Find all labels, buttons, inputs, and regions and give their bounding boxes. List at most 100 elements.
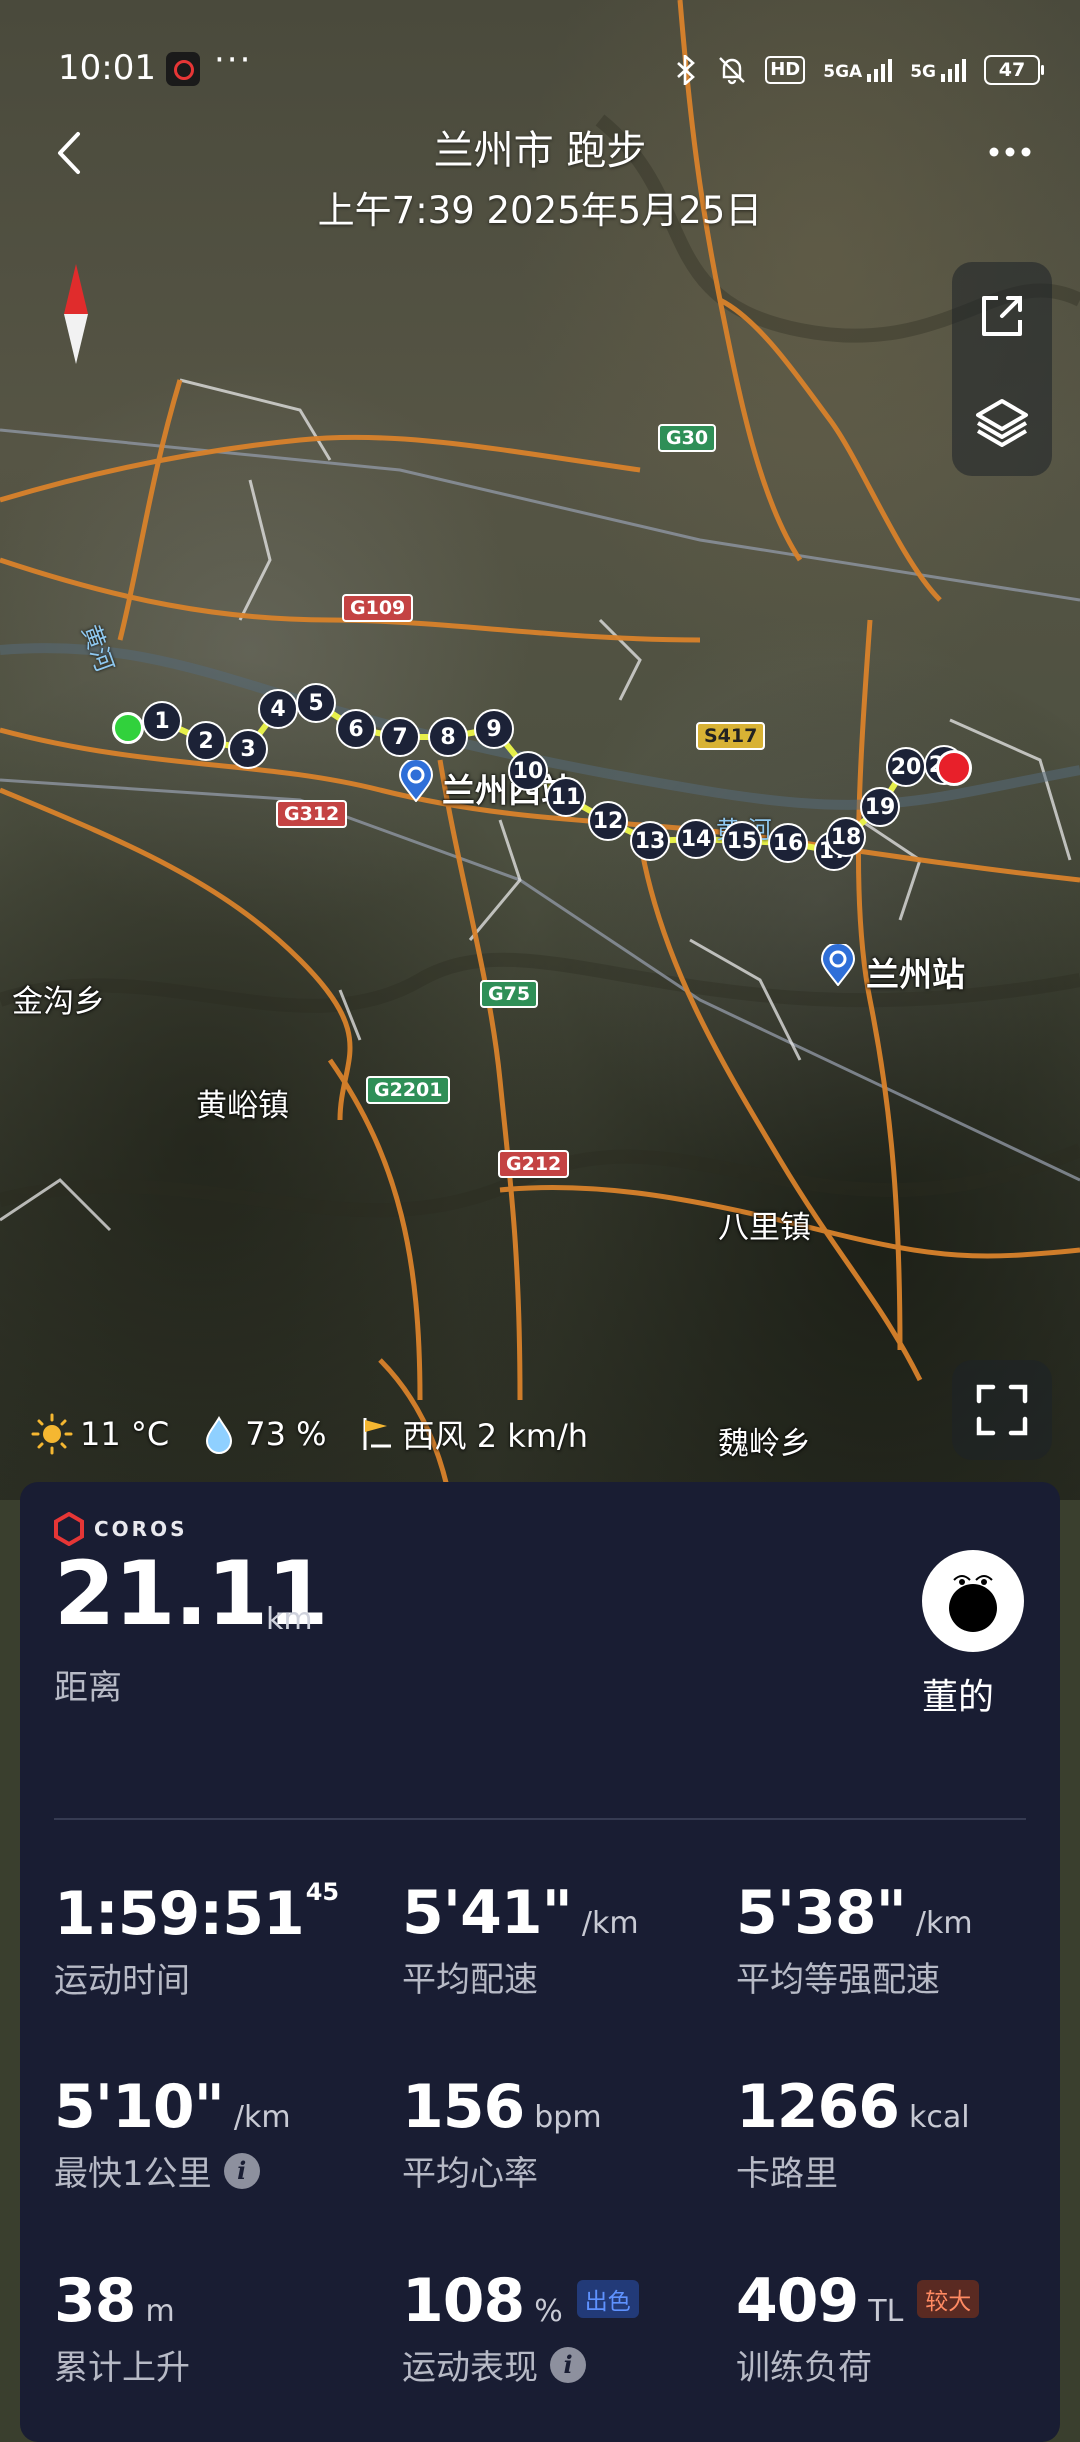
road-shield-g312: G312 (276, 800, 348, 828)
hd-badge: HD (765, 56, 806, 84)
avg-pace-unit: /km (581, 1906, 639, 1941)
weather-humidity: 73 % (199, 1414, 327, 1454)
signal-icon: 5G (910, 58, 966, 82)
km-marker-1[interactable]: 1 (142, 701, 182, 741)
network-type-label: 5G (910, 61, 936, 82)
water-drop-icon (206, 1416, 233, 1454)
km-marker-14[interactable]: 14 (676, 819, 716, 859)
road-shield-g2201: G2201 (366, 1076, 451, 1104)
map-layers-button[interactable] (952, 369, 1052, 476)
calories-unit: kcal (909, 2100, 970, 2135)
avatar[interactable] (922, 1550, 1024, 1652)
fastest-km-label-row: 最快1公里 i (54, 2146, 374, 2195)
metric-calories: 1266 kcal 卡路里 (736, 2072, 1056, 2195)
ascent-value: 38 (54, 2266, 136, 2336)
bluetooth-icon (677, 55, 696, 85)
km-marker-19[interactable]: 19 (860, 787, 900, 827)
performance-tag: 出色 (576, 2280, 639, 2318)
fullscreen-button[interactable] (952, 1360, 1052, 1460)
distance-unit: km (266, 1602, 313, 1637)
coros-logo-icon (54, 1512, 84, 1546)
place-label-weiling: 魏岭乡 (718, 1426, 811, 1462)
station-label-main: 兰州站 (866, 955, 965, 994)
metric-duration: 1:59:5145 运动时间 (54, 1878, 374, 2002)
network-type-label: 5GA (823, 61, 863, 82)
road-shield-g109: G109 (342, 594, 414, 622)
road-shield-g75: G75 (480, 980, 539, 1008)
heart-rate-value: 156 (402, 2072, 525, 2142)
km-marker-12[interactable]: 12 (588, 801, 628, 841)
avg-pace-label: 平均配速 (402, 1960, 538, 2000)
wind-value: 西风 2 km/h (402, 1417, 589, 1455)
duration-value: 1:59:51 (54, 1879, 305, 1949)
km-marker-11[interactable]: 11 (546, 777, 586, 817)
heart-rate-unit: bpm (534, 2100, 602, 2135)
route-end-dot (936, 750, 972, 786)
performance-value: 108 (402, 2266, 525, 2336)
compass-icon[interactable] (58, 262, 94, 366)
road-shield-g30: G30 (658, 424, 717, 452)
fullscreen-icon (976, 1384, 1028, 1436)
share-button[interactable] (952, 262, 1052, 369)
layers-icon (976, 398, 1028, 447)
more-notifications-icon: ··· (214, 40, 253, 80)
calories-label: 卡路里 (736, 2154, 838, 2194)
signal-icon: 5GA (823, 58, 893, 82)
km-marker-15[interactable]: 15 (722, 821, 762, 861)
info-icon[interactable]: i (550, 2346, 586, 2383)
station-pin-icon[interactable] (820, 944, 856, 986)
fastest-km-unit: /km (233, 2100, 291, 2135)
km-marker-8[interactable]: 8 (428, 717, 468, 757)
metric-heart-rate: 156 bpm 平均心率 (402, 2072, 722, 2195)
grade-pace-value: 5'38" (736, 1878, 907, 1948)
status-time: 10:01 (58, 48, 156, 88)
metric-avg-pace: 5'41"/km 平均配速 (402, 1878, 722, 2001)
more-menu-button[interactable] (980, 132, 1040, 172)
km-marker-18[interactable]: 18 (826, 817, 866, 857)
app-notification-icon (166, 52, 200, 86)
km-marker-6[interactable]: 6 (336, 709, 376, 749)
duration-label: 运动时间 (54, 1961, 190, 2001)
metric-fastest-km: 5'10"/km 最快1公里 i (54, 2072, 374, 2195)
km-marker-7[interactable]: 7 (380, 717, 420, 757)
ascent-unit: m (145, 2294, 175, 2329)
performance-label: 运动表现 (402, 2348, 538, 2388)
heart-rate-label: 平均心率 (402, 2154, 538, 2194)
user-name: 董的 (922, 1677, 995, 1718)
training-load-label: 训练负荷 (736, 2348, 872, 2388)
station-pin-icon[interactable] (398, 760, 434, 802)
km-marker-5[interactable]: 5 (296, 683, 336, 723)
place-label-jingou: 金沟乡 (12, 984, 105, 1020)
activity-stats-card: COROS 21.11 km 距离 董的 1:59:5145 运动时间 5'41… (20, 1482, 1060, 2442)
grade-pace-unit: /km (915, 1906, 973, 1941)
road-shield-g212: G212 (498, 1150, 570, 1178)
wind-flag-icon (363, 1418, 391, 1450)
place-label-huangyu: 黄峪镇 (196, 1088, 289, 1124)
km-marker-16[interactable]: 16 (768, 823, 808, 863)
metric-performance: 108% 出色 运动表现 i (402, 2266, 742, 2389)
km-marker-2[interactable]: 2 (186, 721, 226, 761)
km-marker-4[interactable]: 4 (258, 689, 298, 729)
km-marker-9[interactable]: 9 (474, 709, 514, 749)
place-label-bali: 八里镇 (718, 1210, 811, 1246)
divider (54, 1818, 1026, 1820)
km-marker-10[interactable]: 10 (508, 751, 548, 791)
page-title: 兰州市 跑步 (433, 128, 647, 174)
metric-ascent: 38 m 累计上升 (54, 2266, 374, 2389)
share-icon (982, 295, 1022, 336)
distance-label: 距离 (54, 1668, 122, 1708)
km-marker-13[interactable]: 13 (630, 821, 670, 861)
performance-unit: % (534, 2294, 563, 2329)
km-marker-3[interactable]: 3 (228, 729, 268, 769)
ascent-label: 累计上升 (54, 2348, 190, 2388)
avg-pace-value: 5'41" (402, 1878, 573, 1948)
metric-training-load: 409 TL 较大 训练负荷 (736, 2266, 1056, 2389)
km-marker-20[interactable]: 20 (886, 747, 926, 787)
battery-icon: 47 (984, 55, 1044, 85)
training-load-value: 409 (736, 2266, 859, 2336)
status-icons: HD 5GA 5G 47 (673, 52, 1044, 88)
route-start-dot (112, 712, 144, 744)
info-icon[interactable]: i (223, 2152, 260, 2189)
coros-logo: COROS (52, 1512, 188, 1546)
grade-pace-label: 平均等强配速 (736, 1960, 940, 2000)
